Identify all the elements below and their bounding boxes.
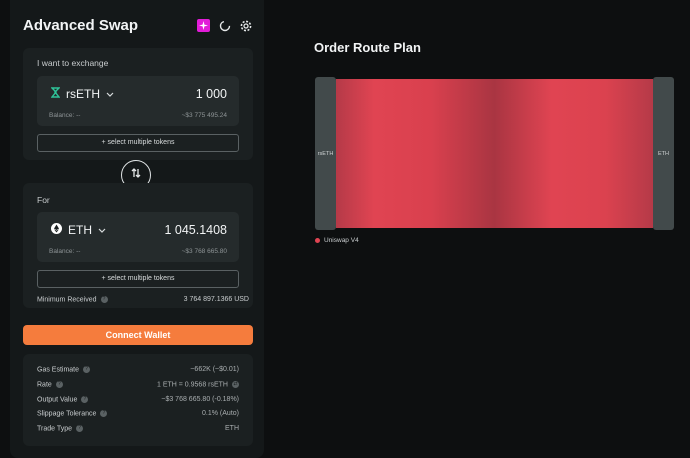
to-card: For ETH 1 045.1408 Balance: -- ~$3 768 6… <box>23 183 253 308</box>
info-label: Rate <box>37 381 52 389</box>
refresh-icon[interactable] <box>218 19 231 32</box>
to-balance: Balance: -- <box>49 248 81 255</box>
to-amount-output: 1 045.1408 <box>164 223 227 237</box>
minimum-received-row: Minimum Received? 3 764 897.1366 USD <box>37 296 249 303</box>
info-value: ~662K (~$0.01) <box>190 366 239 373</box>
info-value: ETH <box>225 425 239 432</box>
from-usd-value: ~$3 775 495.24 <box>181 112 227 119</box>
to-token-box: ETH 1 045.1408 Balance: -- ~$3 768 665.8… <box>37 212 239 262</box>
eth-token-icon <box>51 223 62 237</box>
to-token-symbol: ETH <box>68 223 92 237</box>
trade-info-card: Gas Estimate? ~662K (~$0.01) Rate? 1 ETH… <box>23 354 253 446</box>
info-row-output: Output Value? ~$3 768 665.80 (-0.18%) <box>37 396 239 403</box>
info-label: Gas Estimate <box>37 366 80 374</box>
to-token-select[interactable]: ETH <box>51 223 106 237</box>
route-title: Order Route Plan <box>314 40 421 55</box>
info-label: Trade Type <box>37 425 73 433</box>
help-icon[interactable]: ? <box>55 381 63 388</box>
info-row-rate: Rate? 1 ETH = 0.9568 rsETH ⇄ <box>37 381 239 388</box>
info-value: 0.1% (Auto) <box>202 410 239 417</box>
route-flow-uniswap[interactable] <box>336 79 653 228</box>
swap-panel: Advanced Swap I want to exchange rsETH 1 <box>10 0 264 458</box>
from-balance: Balance: -- <box>49 112 81 119</box>
to-usd-value: ~$3 768 665.80 <box>181 248 227 255</box>
rseth-token-icon <box>50 87 61 101</box>
from-token-box: rsETH 1 000 Balance: -- ~$3 775 495.24 <box>37 76 239 126</box>
switch-rate-icon[interactable]: ⇄ <box>232 381 239 388</box>
help-icon[interactable]: ? <box>100 410 108 417</box>
info-value: 1 ETH = 0.9568 rsETH <box>156 381 228 389</box>
route-diagram: rsETH ETH <box>315 77 674 230</box>
route-legend: Uniswap V4 <box>315 237 359 244</box>
help-icon[interactable]: ? <box>83 366 91 373</box>
from-label: I want to exchange <box>37 58 109 68</box>
legend-dot-icon <box>315 238 320 243</box>
chevron-down-icon <box>106 87 114 101</box>
from-token-select[interactable]: rsETH <box>50 87 114 101</box>
route-node-to: ETH <box>653 77 674 230</box>
swap-arrows-icon <box>130 166 142 184</box>
from-card: I want to exchange rsETH 1 000 Balance: … <box>23 48 253 160</box>
page-title: Advanced Swap <box>23 17 139 34</box>
header-icons <box>197 19 252 32</box>
chevron-down-icon <box>98 223 106 237</box>
info-row-gas: Gas Estimate? ~662K (~$0.01) <box>37 366 239 373</box>
help-icon[interactable]: ? <box>100 296 108 303</box>
info-label: Slippage Tolerance <box>37 410 97 418</box>
minimum-received-value: 3 764 897.1366 USD <box>183 296 249 303</box>
from-select-multiple-button[interactable]: + select multiple tokens <box>37 134 239 152</box>
connect-wallet-button[interactable]: Connect Wallet <box>23 325 253 345</box>
gear-icon[interactable] <box>239 19 252 32</box>
to-label: For <box>37 195 50 205</box>
help-icon[interactable]: ? <box>76 425 84 432</box>
sparkle-icon[interactable] <box>197 19 210 32</box>
help-icon[interactable]: ? <box>81 396 89 403</box>
from-token-symbol: rsETH <box>66 87 100 101</box>
info-row-slippage: Slippage Tolerance? 0.1% (Auto) <box>37 410 239 417</box>
route-node-label: ETH <box>658 151 669 157</box>
minimum-received-label: Minimum Received <box>37 296 97 304</box>
info-row-trade-type: Trade Type? ETH <box>37 425 239 432</box>
from-amount-input[interactable]: 1 000 <box>196 87 227 101</box>
info-value: ~$3 768 665.80 (-0.18%) <box>161 396 239 403</box>
route-node-from: rsETH <box>315 77 336 230</box>
legend-label: Uniswap V4 <box>324 237 359 244</box>
info-label: Output Value <box>37 396 78 404</box>
to-select-multiple-button[interactable]: + select multiple tokens <box>37 270 239 288</box>
route-node-label: rsETH <box>317 151 334 157</box>
